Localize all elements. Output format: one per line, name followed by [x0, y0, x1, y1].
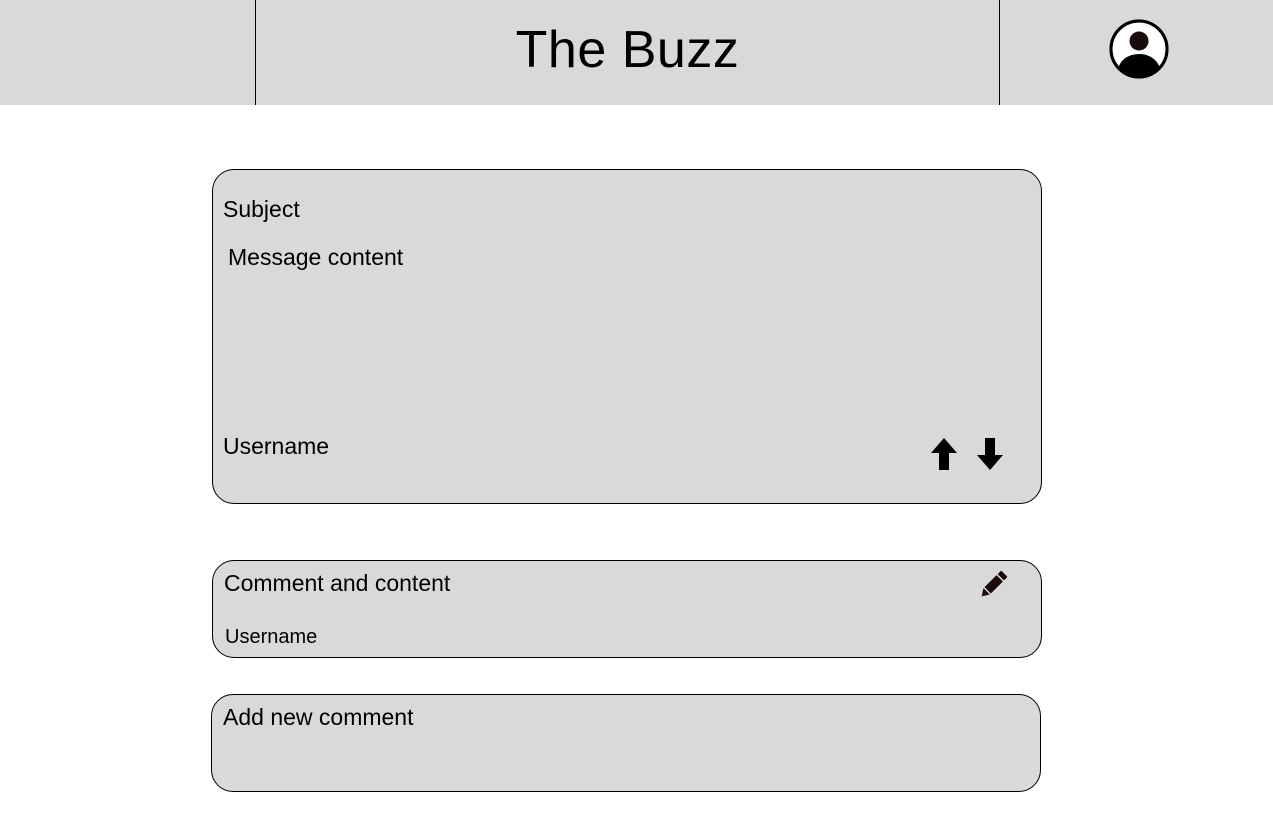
pencil-icon [981, 570, 1008, 597]
edit-comment-button[interactable] [976, 568, 1010, 602]
message-card: Subject Message content Username [212, 169, 1042, 504]
comment-username: Username [225, 626, 318, 648]
new-comment-input[interactable]: Add new comment [211, 694, 1041, 792]
top-bar: The Buzz [0, 0, 1273, 105]
app-title: The Buzz [515, 21, 740, 79]
arrow-down-icon [977, 438, 1003, 470]
page: The Buzz Subject Message content Usernam… [0, 0, 1273, 826]
message-subject: Subject [223, 196, 300, 222]
downvote-button[interactable] [975, 436, 1005, 472]
user-circle-icon [1109, 19, 1169, 79]
comment-card: Comment and content Username [212, 560, 1042, 658]
message-username: Username [223, 433, 330, 459]
profile-button[interactable] [1109, 19, 1169, 79]
message-content: Message content [228, 244, 404, 270]
arrow-up-icon [931, 438, 957, 470]
upvote-button[interactable] [929, 436, 959, 472]
header-divider-right [999, 0, 1000, 105]
new-comment-placeholder: Add new comment [223, 704, 414, 730]
comment-content: Comment and content [224, 570, 451, 596]
